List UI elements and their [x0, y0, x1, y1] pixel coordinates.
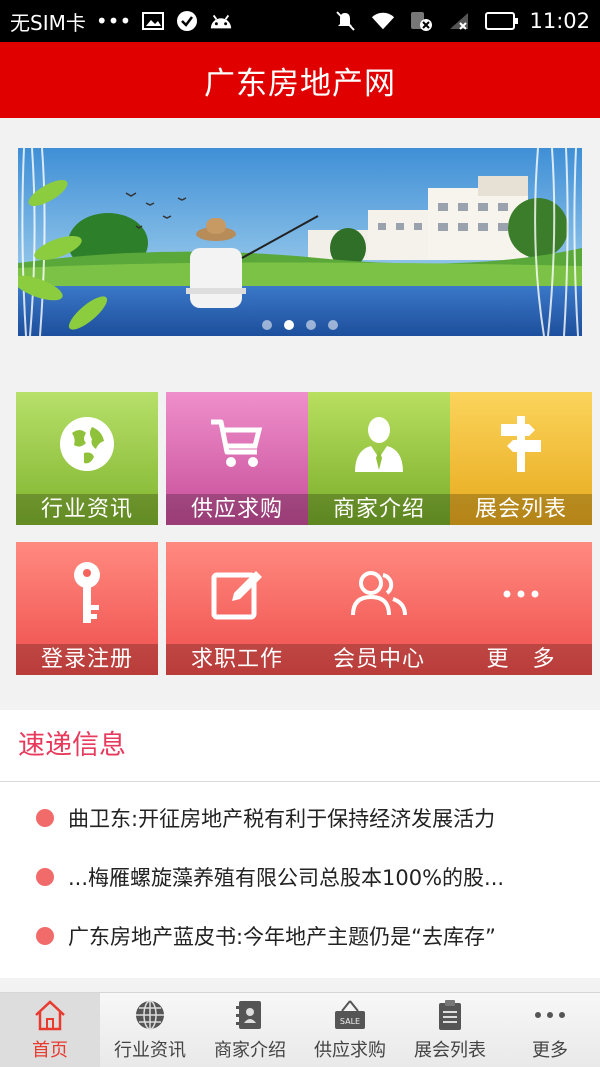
more-icon	[534, 998, 566, 1032]
nav-label: 供应求购	[314, 1040, 386, 1061]
members-icon	[308, 542, 450, 646]
more-icon	[450, 542, 592, 646]
carousel-dot[interactable]	[328, 320, 338, 330]
tile-exhibitions[interactable]: 展会列表	[450, 392, 592, 525]
clock: 11:02	[529, 9, 590, 33]
wifi-icon	[371, 10, 395, 32]
tile-industry-news[interactable]: 行业资讯	[16, 392, 158, 525]
signal-icon	[447, 10, 471, 32]
tile-label: 登录注册	[16, 644, 158, 675]
globe-icon	[16, 392, 158, 496]
tile-more[interactable]: 更 多	[450, 542, 592, 675]
news-list: 曲卫东:开征房地产税有利于保持经济发展活力 ...梅雁螺旋藻养殖有限公司总股本1…	[0, 782, 600, 965]
news-item-text: 曲卫东:开征房地产税有利于保持经济发展活力	[68, 806, 496, 831]
tile-jobs[interactable]: 求职工作	[166, 542, 308, 675]
svg-text:SALE: SALE	[340, 1017, 360, 1026]
bottom-nav: 首页 行业资讯 商家介绍 SALE 供应求购 展会列表 更多	[0, 992, 600, 1067]
bullet-icon	[36, 808, 54, 827]
tile-label: 行业资讯	[16, 494, 158, 525]
battery-icon	[485, 12, 519, 30]
banner-section	[0, 118, 600, 360]
globe-icon	[134, 998, 166, 1032]
android-icon	[209, 10, 233, 32]
news-title: 速递信息	[0, 710, 600, 782]
tile-label: 会员中心	[308, 644, 450, 675]
mute-icon	[333, 10, 357, 32]
carousel-dot-active[interactable]	[284, 320, 294, 330]
home-icon	[33, 998, 67, 1032]
news-item-text: ...梅雁螺旋藻养殖有限公司总股本100%的股...	[68, 865, 505, 890]
cart-icon	[166, 392, 308, 496]
nav-industry-news[interactable]: 行业资讯	[100, 993, 200, 1067]
tile-label: 商家介绍	[308, 494, 450, 525]
bullet-icon	[36, 926, 54, 945]
nav-supply-demand[interactable]: SALE 供应求购	[300, 993, 400, 1067]
nav-label: 更多	[532, 1040, 568, 1061]
carousel-dot[interactable]	[262, 320, 272, 330]
bullet-icon	[36, 867, 54, 886]
clipboard-icon	[437, 998, 463, 1032]
nav-home[interactable]: 首页	[0, 993, 100, 1067]
banner-image	[18, 148, 582, 336]
carrier-text: 无SIM卡	[10, 10, 86, 35]
tile-login-register[interactable]: 登录注册	[16, 542, 158, 675]
nav-exhibitions[interactable]: 展会列表	[400, 993, 500, 1067]
nav-merchants[interactable]: 商家介绍	[200, 993, 300, 1067]
news-item[interactable]: 曲卫东:开征房地产税有利于保持经济发展活力	[0, 788, 600, 847]
key-icon	[16, 542, 158, 646]
signpost-icon	[450, 392, 592, 496]
banner-carousel[interactable]	[18, 148, 582, 336]
news-section: 速递信息 曲卫东:开征房地产税有利于保持经济发展活力 ...梅雁螺旋藻养殖有限公…	[0, 710, 600, 978]
tile-label: 供应求购	[166, 494, 308, 525]
carousel-indicators	[18, 320, 582, 330]
tile-member-center[interactable]: 会员中心	[308, 542, 450, 675]
nav-label: 商家介绍	[214, 1040, 286, 1061]
edit-icon	[166, 542, 308, 646]
tile-supply-demand[interactable]: 供应求购	[166, 392, 308, 525]
feature-grid: 行业资讯 供应求购 商家介绍 展会列表 登录注册 求职工作 会员中心 更 多	[0, 360, 600, 706]
tile-label: 求职工作	[166, 644, 308, 675]
nav-label: 展会列表	[414, 1040, 486, 1061]
sale-sign-icon: SALE	[333, 998, 367, 1032]
nav-label: 首页	[32, 1040, 68, 1061]
news-item-text: 广东房地产蓝皮书:今年地产主题仍是“去库存”	[68, 924, 496, 949]
sim-icon	[409, 10, 433, 32]
nav-more[interactable]: 更多	[500, 993, 600, 1067]
image-icon	[141, 10, 165, 32]
notification-dots: •••	[95, 9, 132, 33]
page-title: 广东房地产网	[204, 65, 396, 102]
nav-label: 行业资讯	[114, 1040, 186, 1061]
news-item[interactable]: 广东房地产蓝皮书:今年地产主题仍是“去库存”	[0, 906, 600, 965]
person-icon	[308, 392, 450, 496]
tile-label: 更 多	[450, 644, 592, 675]
status-bar: 无SIM卡 ••• 11:02	[0, 0, 600, 42]
tile-merchants[interactable]: 商家介绍	[308, 392, 450, 525]
title-bar: 广东房地产网	[0, 42, 600, 118]
news-item[interactable]: ...梅雁螺旋藻养殖有限公司总股本100%的股...	[0, 847, 600, 906]
contacts-icon	[236, 998, 264, 1032]
carousel-dot[interactable]	[306, 320, 316, 330]
tile-label: 展会列表	[450, 494, 592, 525]
check-icon	[175, 10, 199, 32]
